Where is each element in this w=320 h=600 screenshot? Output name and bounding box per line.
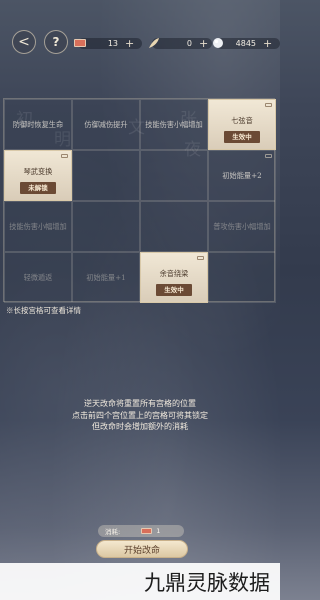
grid-cell[interactable]: 技能伤害小幅增加 bbox=[4, 201, 72, 252]
cost-label: 消耗: bbox=[105, 528, 121, 536]
cost-display: 消耗: 1 bbox=[98, 525, 184, 537]
grid-cell-active[interactable]: 琴武变换 未解锁 bbox=[4, 150, 72, 201]
lock-slot-icon[interactable] bbox=[61, 154, 68, 158]
resource-pearl: 4845 + bbox=[210, 36, 280, 50]
grid-cell[interactable]: 技能伤害小幅增加 bbox=[140, 99, 208, 150]
reset-description: 逆天改命将重置所有宫格的位置 点击前四个宫位置上的宫格可将其锁定 但改命时会增加… bbox=[72, 399, 208, 431]
grid-cell-active[interactable]: 余音绕梁 生效中 bbox=[140, 252, 208, 303]
scroll-count: 13 bbox=[107, 38, 118, 48]
resource-scroll: 13 + bbox=[72, 36, 142, 50]
start-reset-button[interactable]: 开始改命 bbox=[96, 540, 188, 558]
scroll-icon bbox=[141, 528, 153, 534]
scroll-add-button[interactable]: + bbox=[125, 37, 134, 50]
grid-cell[interactable]: 初始能量+1 bbox=[72, 252, 140, 303]
grid-cell[interactable]: 防御时恢复生命 bbox=[4, 99, 72, 150]
pearl-icon bbox=[213, 38, 223, 48]
top-bar: < ? 13 + 0 + 4845 + bbox=[0, 30, 280, 62]
lock-slot-icon[interactable] bbox=[197, 256, 204, 260]
grid-cell[interactable] bbox=[72, 150, 140, 201]
pearl-count: 4845 bbox=[235, 38, 256, 48]
resource-feather: 0 + bbox=[146, 36, 212, 50]
pearl-add-button[interactable]: + bbox=[263, 37, 272, 50]
feather-icon bbox=[149, 38, 159, 48]
lock-slot-icon[interactable] bbox=[265, 103, 272, 107]
cost-value: 1 bbox=[156, 527, 161, 535]
help-icon: ? bbox=[52, 35, 60, 49]
feather-count: 0 bbox=[186, 38, 192, 48]
grid-cell[interactable]: 仿御减伤提升 bbox=[72, 99, 140, 150]
fate-grid: 初 明 文 张 夜 防御时恢复生命 仿御减伤提升 技能伤害小幅增加 七弦音 生效… bbox=[3, 98, 276, 303]
grid-cell[interactable]: 普攻伤害小幅增加 bbox=[208, 201, 276, 252]
grid-cell[interactable]: 轻微遁返 bbox=[4, 252, 72, 303]
watermark: 九鼎灵脉数据 bbox=[0, 563, 280, 600]
grid-cell[interactable] bbox=[72, 201, 140, 252]
help-button[interactable]: ? bbox=[44, 30, 68, 54]
status-badge: 生效中 bbox=[224, 131, 260, 143]
lock-slot-icon[interactable] bbox=[265, 154, 272, 158]
grid-cell[interactable] bbox=[140, 201, 208, 252]
grid-cell[interactable] bbox=[208, 252, 276, 303]
share-icon: < bbox=[18, 34, 30, 50]
grid-cell[interactable]: 初始能量+2 bbox=[208, 150, 276, 201]
grid-cell[interactable] bbox=[140, 150, 208, 201]
grid-cell-active[interactable]: 七弦音 生效中 bbox=[208, 99, 276, 150]
scroll-icon bbox=[74, 39, 86, 47]
status-badge: 未解锁 bbox=[20, 182, 56, 194]
share-button[interactable]: < bbox=[12, 30, 36, 54]
long-press-hint: ※长按宫格可查看详情 bbox=[6, 306, 81, 315]
status-badge: 生效中 bbox=[156, 284, 192, 296]
feather-add-button[interactable]: + bbox=[199, 37, 208, 50]
